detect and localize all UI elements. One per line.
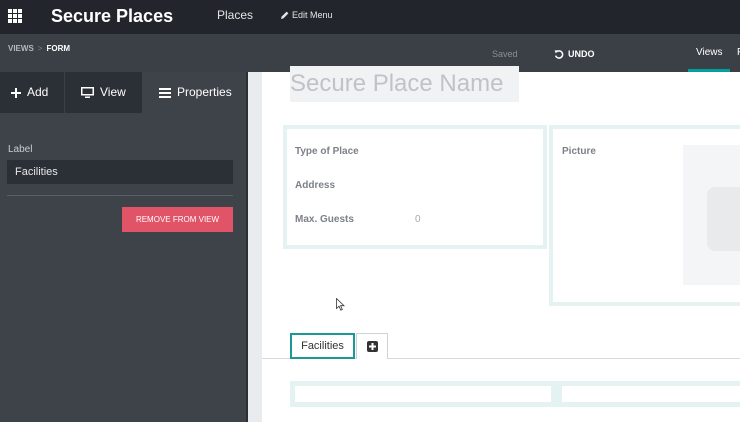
sidebar-tab-view-label: View: [100, 85, 126, 99]
field-max-guests[interactable]: Max. Guests: [295, 214, 354, 226]
sidebar-tab-view[interactable]: View: [64, 72, 142, 113]
app-title: Secure Places: [51, 6, 174, 26]
mouse-cursor-icon: [336, 298, 345, 311]
place-name-field[interactable]: Secure Place Name: [290, 66, 519, 102]
field-address[interactable]: Address: [295, 180, 335, 192]
breadcrumb-separator: >: [37, 44, 43, 53]
tab-views[interactable]: Views: [688, 34, 730, 72]
field-picture[interactable]: Picture: [562, 146, 596, 158]
sidebar-tabs: Add View Properties: [0, 72, 248, 113]
notebook-page-column-left[interactable]: [295, 386, 551, 402]
label-input[interactable]: [7, 160, 233, 184]
undo-label: UNDO: [568, 49, 595, 59]
tab-facilities[interactable]: Facilities: [290, 333, 355, 359]
sidebar-tab-properties-label: Properties: [177, 85, 232, 99]
breadcrumb: VIEWS > FORM: [8, 44, 70, 54]
sidebar-tab-add[interactable]: Add: [0, 72, 64, 113]
studio-sidebar: Add View Properties Label: [0, 72, 248, 422]
field-type-of-place[interactable]: Type of Place: [295, 146, 359, 158]
add-tab-button[interactable]: [356, 333, 388, 359]
pencil-icon: [281, 11, 289, 19]
undo-button[interactable]: UNDO: [554, 48, 595, 60]
menu-edit-button[interactable]: Edit Menu: [281, 9, 333, 21]
plus-square-icon: [367, 341, 378, 352]
tab-views-label: Views: [696, 47, 723, 58]
sidebar-divider: [7, 195, 233, 196]
saved-status: Saved: [492, 49, 518, 59]
list-icon: [159, 88, 171, 98]
apps-grid-icon[interactable]: [8, 9, 22, 23]
sidebar-tab-add-label: Add: [27, 85, 49, 99]
picture-placeholder[interactable]: [683, 145, 740, 285]
camera-icon: [707, 187, 740, 251]
menu-places[interactable]: Places: [217, 8, 253, 22]
menu-edit-label: Edit Menu: [292, 10, 333, 20]
breadcrumb-views[interactable]: VIEWS: [8, 44, 34, 53]
monitor-icon: [81, 87, 94, 98]
plus-icon: [11, 88, 21, 98]
notebook-page-column-right[interactable]: [562, 386, 740, 402]
label-field-title: Label: [8, 144, 33, 155]
sidebar-tab-properties[interactable]: Properties: [142, 72, 248, 113]
top-navbar: Secure Places Places Edit Menu: [0, 0, 740, 34]
max-guests-value: 0: [415, 214, 421, 225]
remove-from-view-button[interactable]: REMOVE FROM VIEW: [122, 207, 233, 232]
undo-icon: [554, 50, 564, 59]
breadcrumb-form: FORM: [46, 44, 71, 53]
